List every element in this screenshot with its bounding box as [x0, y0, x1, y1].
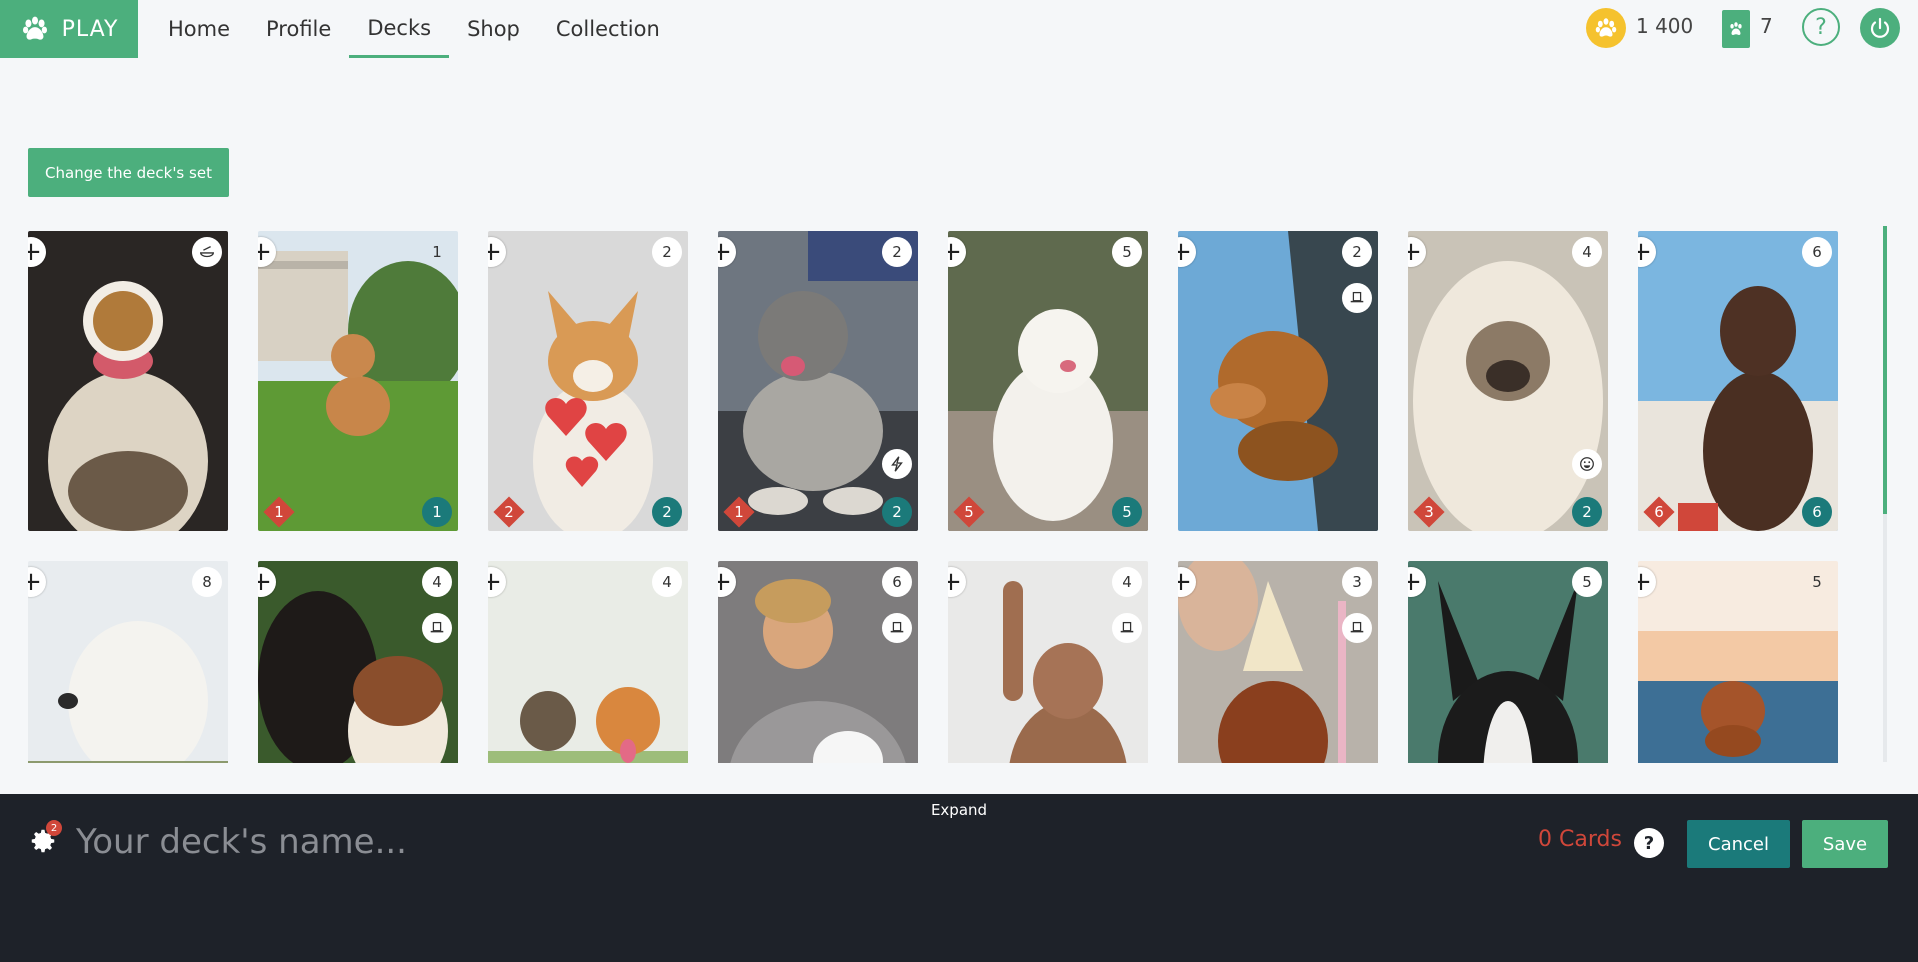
card[interactable]: + 3: [1178, 561, 1378, 763]
card[interactable]: + 1 1 1: [258, 231, 458, 531]
card[interactable]: + 5: [1638, 561, 1838, 763]
paw-icon: [22, 16, 47, 40]
card-cost: 8: [192, 567, 222, 597]
paw-coin-icon: [1586, 8, 1626, 48]
card-cost: 2: [1342, 237, 1372, 267]
card-attack: 2: [504, 503, 514, 521]
scrollbar-thumb[interactable]: [1883, 226, 1887, 514]
card[interactable]: + 4 3 2: [1408, 231, 1608, 531]
card-art-samoyed: [948, 231, 1148, 531]
hat-icon: [1112, 613, 1142, 643]
change-deck-set-button[interactable]: Change the deck's set: [28, 148, 229, 197]
card-cost: 2: [652, 237, 682, 267]
coin-balance: 1 400: [1636, 14, 1694, 38]
card-art-pug-hood: [1408, 231, 1608, 531]
card-cost: 4: [422, 567, 452, 597]
card-art-dog-bowl: [28, 231, 228, 531]
play-label: PLAY: [61, 16, 119, 42]
smiley-icon: [1572, 449, 1602, 479]
card-art-grey-puppy: [718, 231, 918, 531]
hat-icon: [882, 613, 912, 643]
card[interactable]: + 4: [948, 561, 1148, 763]
nav-profile[interactable]: Profile: [248, 0, 349, 58]
power-icon: [1870, 17, 1890, 38]
hat-icon: [422, 613, 452, 643]
card-art-spaniel-car: [1178, 231, 1378, 531]
paw-badge-icon: [1722, 10, 1750, 48]
card-health: 6: [1802, 497, 1832, 527]
card-attack: 5: [964, 503, 974, 521]
card-health: 2: [1572, 497, 1602, 527]
help-button[interactable]: ?: [1802, 8, 1840, 46]
card-cost: 4: [1572, 237, 1602, 267]
card-art-corgi-hearts: [488, 231, 688, 531]
card[interactable]: + 8: [28, 561, 228, 763]
hat-icon: [1342, 613, 1372, 643]
card[interactable]: + 4: [258, 561, 458, 763]
logout-button[interactable]: [1860, 8, 1900, 48]
nav-decks[interactable]: Decks: [349, 0, 450, 58]
card-cost: 4: [1112, 567, 1142, 597]
card-attack: 3: [1424, 503, 1434, 521]
expand-toggle[interactable]: Expand: [0, 801, 1918, 819]
card-cost: 2: [882, 237, 912, 267]
food-bowl-icon: [192, 237, 222, 267]
card-attack: 1: [274, 503, 284, 521]
card-art-labrador-cup: [1638, 231, 1838, 531]
card-cost: 5: [1812, 573, 1822, 591]
main-nav: Home Profile Decks Shop Collection: [150, 0, 678, 58]
card[interactable]: + 6 6 6: [1638, 231, 1838, 531]
card[interactable]: + 2 1 2: [718, 231, 918, 531]
card-cost: 6: [882, 567, 912, 597]
card[interactable]: + 2 2 2: [488, 231, 688, 531]
top-navigation: PLAY Home Profile Decks Shop Collection …: [0, 0, 1918, 58]
play-button[interactable]: PLAY: [0, 0, 138, 58]
settings-badge: 2: [46, 820, 62, 836]
card-grid: + + 1 1 1 + 2 2 2 + 2 1 2 + 5 5 5 + 2 + …: [28, 231, 1898, 763]
card-cost: 6: [1802, 237, 1832, 267]
nav-home[interactable]: Home: [150, 0, 248, 58]
nav-shop[interactable]: Shop: [449, 0, 538, 58]
deck-name-input[interactable]: [74, 818, 978, 866]
card-cost: 5: [1572, 567, 1602, 597]
card-health: 1: [422, 497, 452, 527]
card[interactable]: + 4: [488, 561, 688, 763]
card-cost: 1: [432, 243, 442, 261]
deck-help-button[interactable]: ?: [1634, 828, 1664, 858]
lightning-icon: [882, 449, 912, 479]
card-health: 2: [882, 497, 912, 527]
save-button[interactable]: Save: [1802, 820, 1888, 868]
nav-collection[interactable]: Collection: [538, 0, 678, 58]
card[interactable]: + 5 5 5: [948, 231, 1148, 531]
card-health: 5: [1112, 497, 1142, 527]
card-attack: 6: [1654, 503, 1664, 521]
paw-balance: 7: [1760, 14, 1773, 38]
card-cost: 5: [1112, 237, 1142, 267]
card-art-poodle-park: [258, 231, 458, 531]
card-attack: 1: [734, 503, 744, 521]
card[interactable]: + 5: [1408, 561, 1608, 763]
cancel-button[interactable]: Cancel: [1687, 820, 1790, 868]
card[interactable]: +: [28, 231, 228, 531]
hat-icon: [1342, 283, 1372, 313]
card[interactable]: + 6: [718, 561, 918, 763]
card-cost: 4: [652, 567, 682, 597]
card-health: 2: [652, 497, 682, 527]
card[interactable]: + 2: [1178, 231, 1378, 531]
card-cost: 3: [1342, 567, 1372, 597]
card-count: 0 Cards: [1538, 827, 1622, 852]
